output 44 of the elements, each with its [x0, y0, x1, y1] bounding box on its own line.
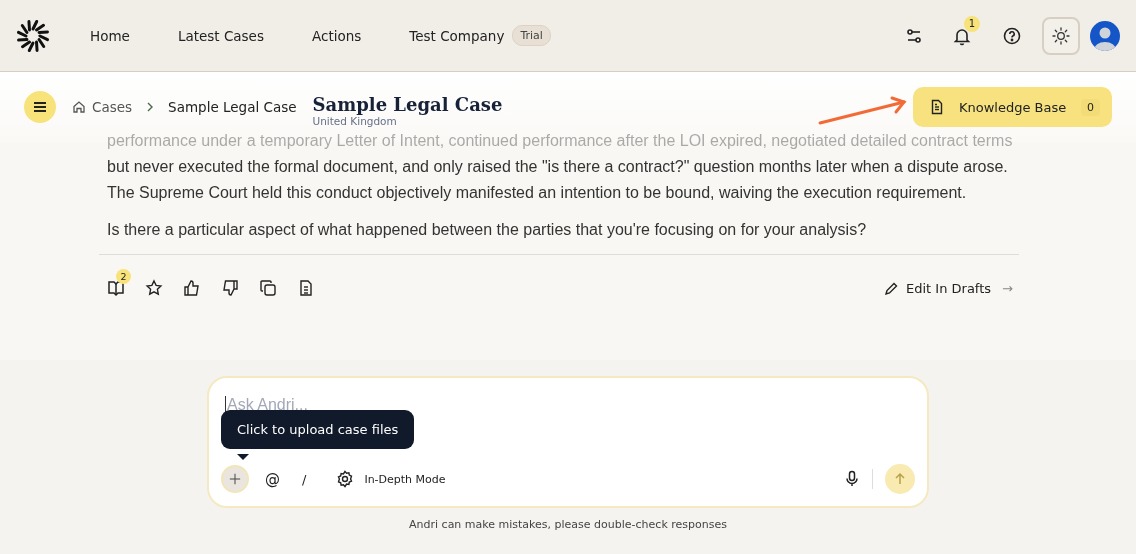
theme-toggle-button[interactable]	[1042, 16, 1080, 55]
nav-link[interactable]: Home	[90, 27, 130, 44]
document-icon	[929, 99, 945, 115]
message-paragraph: performance under a temporary Letter of Intent, continued performance after the LOI expired, negotiated detailed contract terms	[107, 131, 1014, 151]
case-title: Sample Legal Case	[312, 93, 503, 115]
disclaimer-text: Andri can make mistakes, please double-check responses	[409, 518, 727, 531]
trial-badge: Trial	[512, 25, 551, 46]
knowledge-base-button[interactable]: Knowledge Base 0	[913, 87, 1112, 127]
command-button[interactable]: /	[296, 471, 313, 487]
breadcrumb-link[interactable]: Cases	[92, 99, 133, 115]
gear-icon	[336, 470, 355, 488]
avatar-icon[interactable]	[1090, 20, 1120, 51]
chevron-right-icon	[146, 102, 155, 112]
arrow-up-icon	[893, 472, 907, 486]
document-icon[interactable]	[297, 279, 315, 297]
help-icon[interactable]	[1002, 25, 1022, 46]
nav-link[interactable]: Latest Cases	[177, 27, 264, 44]
upload-tooltip: Click to upload case files	[221, 410, 415, 449]
case-jurisdiction: United Kingdom	[312, 114, 397, 127]
tooltip-pointer-icon	[237, 454, 249, 460]
thumbs-down-icon[interactable]	[221, 279, 239, 297]
mode-button[interactable]: In-Depth Mode	[330, 469, 452, 489]
copy-icon[interactable]	[259, 279, 277, 297]
sun-icon	[1052, 26, 1070, 45]
sunburst-logo-icon[interactable]	[16, 18, 50, 53]
breadcrumb-current: Sample Legal Case	[168, 99, 297, 115]
nav-link[interactable]: Actions	[311, 27, 362, 44]
star-icon[interactable]	[145, 279, 163, 297]
plus-icon	[229, 472, 241, 486]
book-icon[interactable]	[107, 279, 125, 297]
pencil-icon	[884, 280, 900, 296]
notification-badge: 1	[964, 15, 980, 32]
menu-button[interactable]	[24, 91, 56, 123]
menu-icon	[33, 101, 47, 113]
edit-in-drafts-button[interactable]: Edit In Drafts →	[878, 279, 1019, 297]
company-link[interactable]: Test Company	[409, 27, 505, 44]
message-paragraph: but never executed the formal document, and only raised the "is there a contract?" question months later when a dispute arose. The Supreme Court held this conduct objectively manifested an intention to be bound, waiving the execution requirement.	[107, 157, 1009, 203]
thumbs-up-icon[interactable]	[183, 279, 201, 297]
home-icon[interactable]	[72, 100, 86, 114]
message-paragraph: Is there a particular aspect of what happened between the parties that you're focusing on for your analysis?	[107, 220, 868, 240]
sources-badge: 2	[116, 269, 131, 284]
mention-button[interactable]: @	[259, 470, 286, 488]
upload-button[interactable]	[221, 465, 249, 493]
microphone-icon[interactable]	[844, 470, 860, 488]
